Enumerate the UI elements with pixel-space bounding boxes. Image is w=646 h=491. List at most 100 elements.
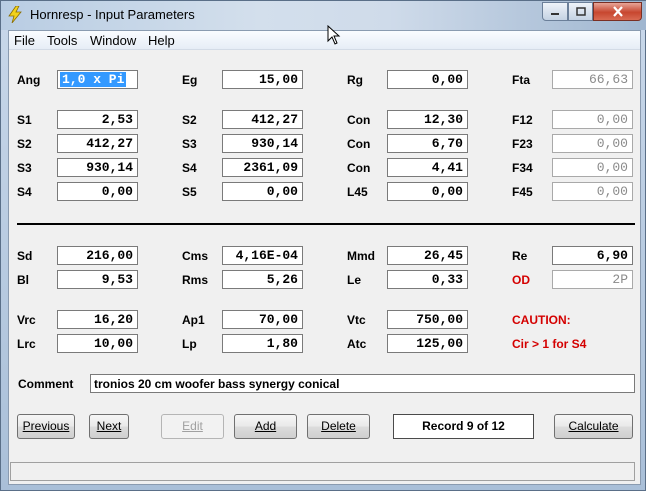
label-lp: Lp [182,337,197,351]
field-s3[interactable]: 930,14 [222,134,303,153]
next-button-label: Next [96,419,122,433]
field-comment[interactable]: tronios 20 cm woofer bass synergy conica… [90,374,635,393]
menu-window[interactable]: Window [90,33,136,48]
label-eg: Eg [182,73,198,87]
menu-tools[interactable]: Tools [47,33,77,48]
field-s2[interactable]: 412,27 [222,110,303,129]
label-bl: Bl [17,273,29,287]
label-f12: F12 [512,113,533,127]
calculate-button[interactable]: Calculate [554,414,633,439]
minimize-icon [551,12,559,15]
caution-message: Cir > 1 for S4 [512,337,587,351]
status-bar [10,462,635,481]
field-l45[interactable]: 0,00 [387,182,468,201]
field-vtc[interactable]: 750,00 [387,310,468,329]
field-le[interactable]: 0,33 [387,270,468,289]
field-bl[interactable]: 9,53 [57,270,138,289]
label-f45: F45 [512,185,533,199]
field-s4-row[interactable]: 0,00 [57,182,138,201]
field-rg[interactable]: 0,00 [387,70,468,89]
menu-file[interactable]: File [14,33,35,48]
label-le: Le [347,273,362,287]
label-s3-row: S3 [17,161,32,175]
previous-button[interactable]: Previous [17,414,75,439]
field-ang-value: 1,0 x Pi [60,72,127,87]
label-f23: F23 [512,137,533,151]
close-button[interactable] [593,2,642,21]
label-comment: Comment [18,377,74,391]
field-lp[interactable]: 1,80 [222,334,303,353]
label-s2: S2 [182,113,197,127]
field-con-3[interactable]: 4,41 [387,158,468,177]
label-rms: Rms [182,273,209,287]
field-atc[interactable]: 125,00 [387,334,468,353]
field-s1[interactable]: 2,53 [57,110,138,129]
minimize-button[interactable] [542,2,568,21]
label-vrc: Vrc [17,313,36,327]
label-ang: Ang [17,73,41,87]
label-s1: S1 [17,113,32,127]
label-rg: Rg [347,73,363,87]
label-con-2: Con [347,137,371,151]
next-button[interactable]: Next [89,414,129,439]
field-re[interactable]: 6,90 [552,246,633,265]
label-fta: Fta [512,73,530,87]
label-con-1: Con [347,113,371,127]
label-ap1: Ap1 [182,313,205,327]
field-f12: 0,00 [552,110,633,129]
title-bar[interactable]: Hornresp - Input Parameters [1,1,646,30]
mouse-cursor-icon [327,25,341,45]
field-con-2[interactable]: 6,70 [387,134,468,153]
caution-title: CAUTION: [512,313,571,327]
label-od[interactable]: OD [512,273,530,287]
label-lrc: Lrc [17,337,36,351]
maximize-icon [575,7,586,16]
label-s2-row: S2 [17,137,32,151]
label-mmd: Mmd [347,249,375,263]
field-f34: 0,00 [552,158,633,177]
field-con-1[interactable]: 12,30 [387,110,468,129]
field-cms[interactable]: 4,16E-04 [222,246,303,265]
field-ang[interactable]: 1,0 x Pi [57,70,138,89]
label-l45: L45 [347,185,368,199]
client-area: File Tools Window Help Ang 1,0 x Pi Eg 1… [8,30,641,485]
field-eg[interactable]: 15,00 [222,70,303,89]
calculate-button-label: Calculate [568,419,619,433]
delete-button-label: Delete [321,419,356,433]
app-window: Hornresp - Input Parameters File Tools W… [0,0,646,491]
label-f34: F34 [512,161,533,175]
record-indicator: Record 9 of 12 [393,414,534,439]
delete-button[interactable]: Delete [307,414,370,439]
previous-button-label: Previous [22,419,70,433]
label-cms: Cms [182,249,209,263]
field-f23: 0,00 [552,134,633,153]
field-s4[interactable]: 2361,09 [222,158,303,177]
edit-button-label: Edit [182,419,203,433]
field-s2-row[interactable]: 412,27 [57,134,138,153]
menu-bar: File Tools Window Help [9,31,640,50]
edit-button[interactable]: Edit [161,414,224,439]
field-fta: 66,63 [552,70,633,89]
field-rms[interactable]: 5,26 [222,270,303,289]
add-button-label: Add [254,419,277,433]
label-s3: S3 [182,137,197,151]
field-od: 2P [552,270,633,289]
field-vrc[interactable]: 16,20 [57,310,138,329]
field-mmd[interactable]: 26,45 [387,246,468,265]
field-f45: 0,00 [552,182,633,201]
menu-help[interactable]: Help [148,33,175,48]
field-s3-row[interactable]: 930,14 [57,158,138,177]
maximize-button[interactable] [568,2,593,21]
field-sd[interactable]: 216,00 [57,246,138,265]
label-s4: S4 [182,161,197,175]
label-atc: Atc [347,337,367,351]
field-lrc[interactable]: 10,00 [57,334,138,353]
close-icon [612,6,623,17]
field-ap1[interactable]: 70,00 [222,310,303,329]
label-con-3: Con [347,161,371,175]
label-s4-row: S4 [17,185,32,199]
field-s5[interactable]: 0,00 [222,182,303,201]
add-button[interactable]: Add [234,414,297,439]
window-title: Hornresp - Input Parameters [30,7,195,22]
section-divider [17,223,635,225]
